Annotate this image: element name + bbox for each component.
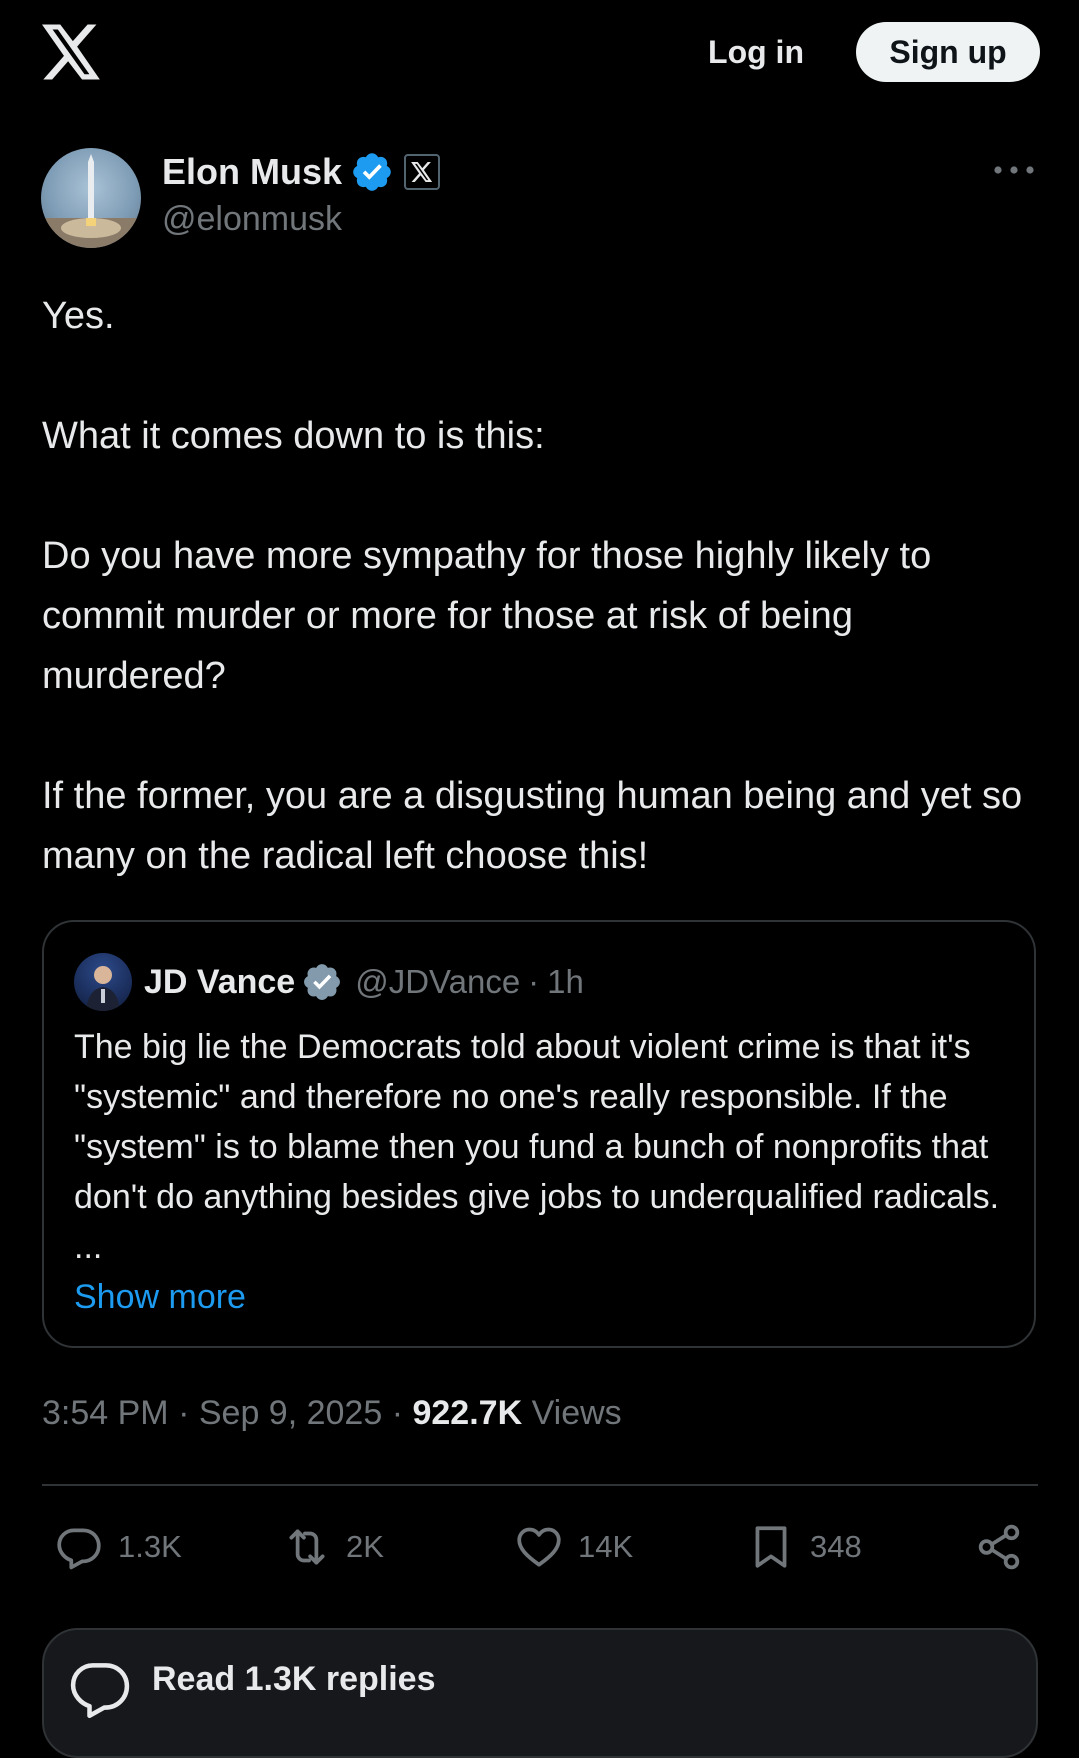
bookmark-icon — [755, 1526, 787, 1568]
tweet-paragraph: What it comes down to is this: — [42, 415, 545, 457]
quoted-tweet-card[interactable]: JD Vance @JDVance · 1h The big lie the D… — [42, 920, 1036, 1348]
rocket-launch-image — [41, 154, 141, 248]
quoted-author-avatar[interactable] — [74, 953, 132, 1011]
bookmark-count: 348 — [810, 1529, 862, 1564]
author-avatar[interactable] — [41, 148, 141, 248]
author-name-row: Elon Musk — [162, 148, 441, 196]
share-button[interactable] — [974, 1520, 1024, 1574]
x-logo-icon[interactable] — [42, 24, 102, 80]
read-replies-label: Read 1.3K replies — [152, 1660, 436, 1698]
heart-icon — [517, 1527, 561, 1567]
show-more-link[interactable]: Show more — [74, 1278, 246, 1316]
views-label: Views — [531, 1394, 622, 1432]
signup-button[interactable]: Sign up — [856, 22, 1040, 82]
read-replies-button[interactable]: Read 1.3K replies — [42, 1628, 1038, 1758]
like-button[interactable]: 14K — [514, 1520, 633, 1574]
separator-dot: · — [178, 1394, 190, 1432]
bookmark-button[interactable]: 348 — [746, 1520, 862, 1574]
tweet-paragraph: Yes. — [42, 295, 115, 337]
reply-bubble-icon — [70, 1663, 130, 1719]
x-affiliate-badge-icon — [404, 154, 441, 190]
reply-icon — [57, 1528, 101, 1570]
share-icon — [978, 1524, 1020, 1570]
repost-count: 2K — [346, 1529, 384, 1564]
gray-verified-badge-icon — [304, 964, 341, 1000]
divider — [42, 1484, 1038, 1486]
login-button[interactable]: Log in — [694, 28, 818, 76]
views-count: 922.7K — [412, 1394, 523, 1432]
tweet-paragraph: If the former, you are a disgusting huma… — [42, 775, 1023, 877]
repost-icon — [289, 1529, 325, 1565]
tweet-paragraph: Do you have more sympathy for those high… — [42, 535, 932, 697]
separator-dot: · — [528, 963, 540, 1000]
quoted-tweet-body: The big lie the Democrats told about vio… — [74, 1028, 1000, 1266]
verified-badge-icon — [353, 153, 391, 191]
tweet-date[interactable]: Sep 9, 2025 — [199, 1394, 382, 1432]
tweet-text: Yes. What it comes down to is this: Do y… — [42, 286, 1042, 886]
top-bar: Log in Sign up — [0, 0, 1079, 104]
quoted-author-handle[interactable]: @JDVance — [355, 963, 520, 1001]
quoted-tweet-text: The big lie the Democrats told about vio… — [74, 1022, 1014, 1322]
quoted-tweet-header: JD Vance @JDVance · 1h — [74, 952, 584, 1012]
repost-button[interactable]: 2K — [282, 1520, 384, 1574]
reply-count: 1.3K — [118, 1529, 182, 1564]
tweet-meta: 3:54 PM · Sep 9, 2025 · 922.7K Views — [42, 1394, 622, 1433]
like-count: 14K — [578, 1529, 634, 1564]
quoted-author-name[interactable]: JD Vance — [144, 963, 295, 1002]
reply-button[interactable]: 1.3K — [54, 1520, 182, 1574]
more-options-icon[interactable] — [992, 158, 1036, 182]
quoted-tweet-time[interactable]: 1h — [547, 963, 584, 1001]
separator-dot: · — [391, 1394, 404, 1432]
author-name[interactable]: Elon Musk — [162, 151, 342, 193]
tweet-time[interactable]: 3:54 PM — [42, 1394, 169, 1432]
author-handle[interactable]: @elonmusk — [162, 200, 342, 239]
